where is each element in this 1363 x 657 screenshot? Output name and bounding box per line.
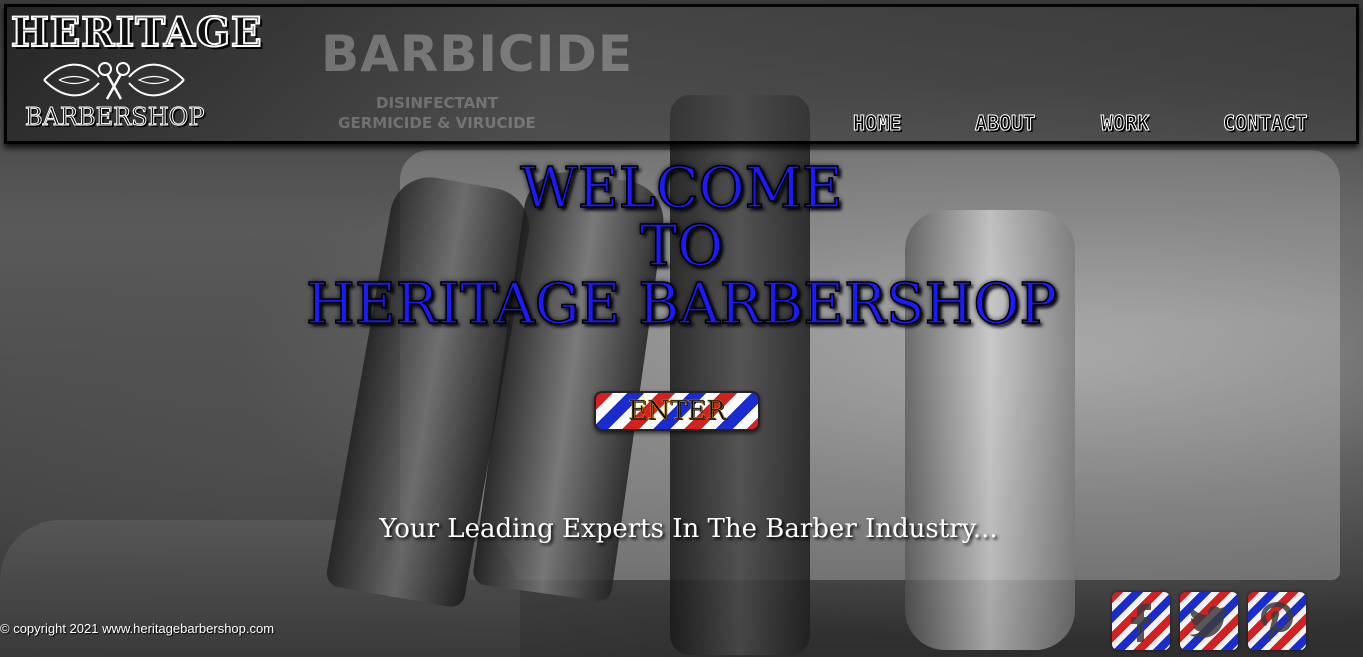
main-nav: HOME ABOUT WORK CONTACT <box>7 111 1356 141</box>
nav-contact[interactable]: CONTACT <box>1222 111 1307 136</box>
copyright-text: © copyright 2021 www.heritagebarbershop.… <box>0 621 275 636</box>
nav-work[interactable]: WORK <box>1100 111 1149 136</box>
page: BARBICIDE DISINFECTANT GERMICIDE & VIRUC… <box>0 0 1363 657</box>
facebook-icon <box>1131 603 1151 642</box>
enter-button[interactable]: ENTER <box>594 391 760 431</box>
nav-about[interactable]: ABOUT <box>974 111 1035 136</box>
site-header: BARBICIDE DISINFECTANT GERMICIDE & VIRUC… <box>4 4 1359 144</box>
pinterest-icon <box>1261 602 1293 642</box>
enter-button-label: ENTER <box>628 396 726 427</box>
hero-title-line: WELCOME <box>519 156 843 221</box>
hero-title: WELCOME TO HERITAGE BARBERSHOP <box>0 156 1363 337</box>
twitter-icon <box>1189 606 1227 638</box>
logo-top-text: HERITAGE <box>10 8 263 57</box>
background-sign: BARBICIDE <box>321 25 633 83</box>
scissors-emblem-icon <box>43 62 185 100</box>
facebook-link[interactable] <box>1112 592 1170 650</box>
hero-title-line: TO <box>639 214 724 279</box>
tagline: Your Leading Experts In The Barber Indus… <box>379 514 998 544</box>
hero-title-line: HERITAGE BARBERSHOP <box>305 272 1057 337</box>
nav-home[interactable]: HOME <box>852 111 901 136</box>
pinterest-link[interactable] <box>1248 592 1306 650</box>
twitter-link[interactable] <box>1180 592 1238 650</box>
